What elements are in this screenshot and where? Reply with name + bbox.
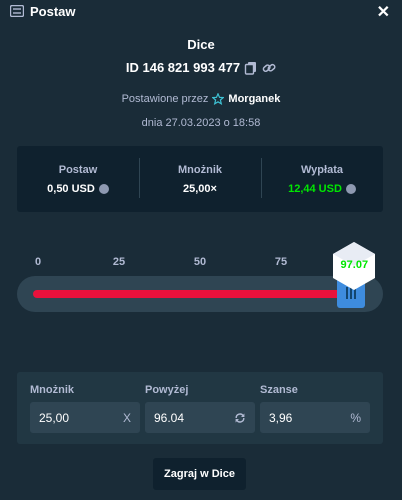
stat-multiplier: Mnożnik 25,00× [139, 157, 261, 198]
ticket-icon [10, 5, 24, 17]
stat-bet-label: Postaw [58, 163, 98, 176]
bet-id-row: ID 146 821 993 477 [0, 60, 402, 75]
copy-icon[interactable] [244, 61, 258, 75]
coin-icon [345, 183, 356, 194]
game-name: Dice [187, 37, 215, 52]
play-dice-button[interactable]: Zagraj w Dice [153, 458, 246, 490]
stat-payout-label: Wypłata [301, 163, 343, 176]
stat-payout: Wypłata 12,44 USD [261, 157, 383, 198]
tick-label: 0 [34, 256, 42, 268]
placed-by-label: Postawione przez [121, 93, 209, 105]
tick-label: 50 [193, 256, 207, 268]
win-chance-field[interactable]: 3,96 % [260, 402, 370, 433]
param-multiplier-label: Mnożnik [30, 384, 74, 396]
roll-result: 97.07 [340, 259, 369, 271]
bet-date: dnia 27.03.2023 o 18:58 [141, 117, 261, 129]
tick-label: 75 [274, 256, 288, 268]
star-icon [212, 93, 225, 105]
stat-payout-value-row: 12,44 USD [261, 183, 383, 195]
multiplier-suffix: X [122, 410, 131, 425]
bet-id: ID 146 821 993 477 [125, 60, 241, 75]
roll-over-field[interactable]: 96.04 [145, 402, 255, 433]
roll-result-badge: 97.07 [328, 240, 380, 292]
multiplier-value: 25,00 [39, 410, 70, 425]
win-chance-value: 3,96 [269, 410, 293, 425]
link-icon[interactable] [262, 61, 276, 75]
close-icon[interactable]: ✕ [377, 2, 390, 22]
stat-payout-value: 12,44 USD [288, 182, 342, 195]
param-multiplier: Mnożnik 25,00 X [30, 384, 140, 433]
multiplier-field[interactable]: 25,00 X [30, 402, 140, 433]
lose-range [33, 290, 351, 298]
stat-bet-value-row: 0,50 USD [17, 183, 139, 195]
placed-by-row: Postawione przez Morganek [0, 93, 402, 105]
param-over-label: Powyżej [145, 384, 189, 396]
param-chance: Szanse 3,96 % [260, 384, 370, 433]
param-over: Powyżej 96.04 [145, 384, 255, 433]
stat-bet-value: 0,50 USD [47, 182, 95, 195]
username-link[interactable]: Morganek [228, 93, 280, 105]
stat-bet: Postaw 0,50 USD [17, 164, 139, 195]
param-chance-label: Szanse [260, 384, 298, 396]
percent-suffix: % [350, 410, 361, 425]
roll-over-value: 96.04 [154, 410, 185, 425]
swap-icon[interactable] [234, 412, 246, 424]
modal-title: Postaw [30, 3, 76, 19]
stat-multiplier-label: Mnożnik [178, 163, 222, 176]
coin-icon [98, 183, 109, 194]
stat-multiplier-value: 25,00× [183, 182, 217, 195]
bet-stats-panel: Postaw 0,50 USD Mnożnik 25,00× Wypłata 1… [17, 146, 383, 212]
tick-label: 25 [112, 256, 126, 268]
bet-params-panel: Mnożnik 25,00 X Powyżej 96.04 Szanse 3,9… [17, 372, 383, 444]
modal-header: Postaw ✕ [0, 0, 402, 22]
